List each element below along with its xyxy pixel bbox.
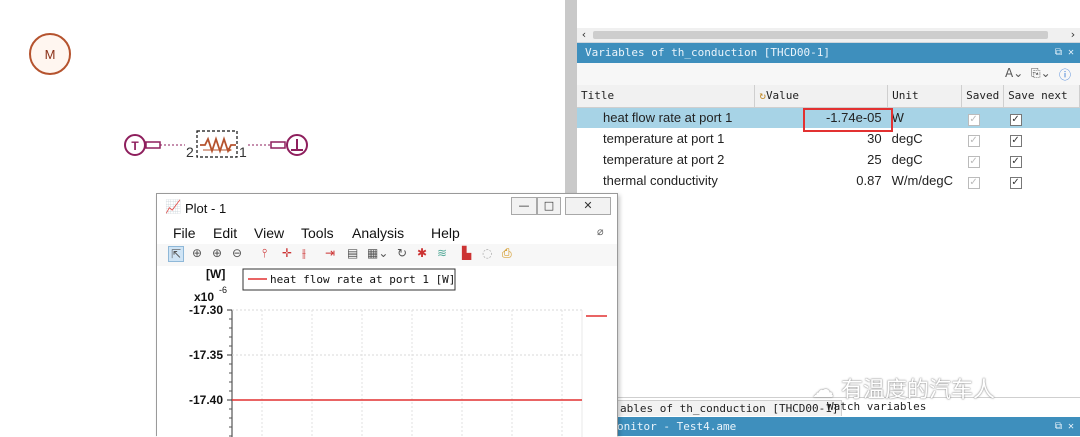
curves-icon[interactable]: ≋ [437,246,447,260]
col-unit[interactable]: Unit [887,85,963,108]
y-tick-label: -17.30 [189,303,223,317]
plot-window-title: Plot - 1 [185,201,227,216]
scroll-right-icon[interactable]: › [1066,28,1080,42]
scroll-left-icon[interactable]: ‹ [577,28,591,42]
conduction-component-icon[interactable] [196,130,238,158]
t-label: T [131,139,139,153]
dual-cursor-icon[interactable]: ⫲ [302,246,306,261]
menu-file[interactable]: File [173,225,196,241]
offscreen-series-marker [586,315,607,317]
watermark-text: 有温度的汽车人 [841,378,996,403]
export-icon[interactable]: ⎘⌄ [1031,66,1051,81]
save-next-checkbox[interactable]: ✓ [1009,134,1022,147]
table-row[interactable]: temperature at port 2 25 degC ✓ ✓ [577,149,1080,170]
scrollbar-thumb[interactable] [593,31,1048,39]
row-value[interactable]: 0.87 [755,170,888,191]
y-scale-label: x10 [194,290,214,304]
variables-panel-title: Variables of th_conduction [THCD00-1] [585,46,831,59]
save-next-checkbox[interactable]: ✓ [1009,113,1022,126]
saved-checkbox: ✓ [967,176,980,189]
refresh-icon: ↻ [759,89,766,103]
row-unit: degC [891,131,923,146]
save-next-checkbox[interactable]: ✓ [1009,176,1022,189]
y-unit-label: [W] [206,267,225,281]
variables-panel-titlebar: Variables of th_conduction [THCD00-1] ⧉ … [577,43,1080,63]
panel-controls-icon[interactable]: ⧉ ✕ [1055,43,1074,63]
cursor-arrow-icon[interactable]: ⇥ [325,246,335,260]
row-unit: degC [891,152,923,167]
plot-window[interactable]: 📈 Plot - 1 — □ ✕ File Edit View Tools An… [156,193,618,437]
horizontal-scrollbar[interactable]: ‹ › [577,28,1080,42]
help-icon[interactable]: ⓘ [1059,66,1071,83]
table-row[interactable]: thermal conductivity 0.87 W/m/degC ✓ ✓ [577,170,1080,191]
font-icon[interactable]: A⌄ [1005,66,1023,80]
tab-variables[interactable]: ables of th_conduction [THCD00-1] [617,400,842,416]
port-label-1: 1 [239,144,247,160]
row-title: temperature at port 2 [603,152,725,167]
row-value[interactable]: 25 [755,149,888,170]
watermark: ☁ 有温度的汽车人 [812,372,995,404]
pin-plot-icon[interactable]: ✱ [417,246,427,260]
saved-checkbox: ✓ [967,134,980,147]
menu-analysis[interactable]: Analysis [352,225,404,241]
row-unit: W/m/degC [891,173,954,188]
row-title: heat flow rate at port 1 [577,107,755,128]
plot-titlebar[interactable]: 📈 Plot - 1 — □ ✕ [157,194,617,222]
y-axis: -17.30 -17.35 -17.40 [189,303,233,437]
wechat-icon: ☁ [812,378,834,403]
refresh-plot-icon[interactable]: ↻ [397,246,407,260]
bar-chart-icon[interactable]: ▙ [462,246,471,260]
export-plot-icon[interactable]: ⎙ [502,246,512,261]
select-icon[interactable]: ⇱ [168,246,185,262]
row-unit: W [887,107,962,128]
cursor-icon[interactable]: ⫯ [262,246,267,261]
monitor-title: onitor - Test4.ame [617,420,737,433]
y-tick-label: -17.40 [189,393,223,407]
highlight-box [803,108,893,132]
pin-icon[interactable]: ⌀ [597,225,604,238]
variables-table: Title ↻Value Unit Saved Save next heat f… [577,85,1080,191]
close-button[interactable]: ✕ [565,197,611,215]
legend[interactable]: heat flow rate at port 1 [W] [242,268,456,291]
saved-checkbox: ✓ [967,155,980,168]
col-value-label: Value [765,89,800,103]
col-saved[interactable]: Saved [961,85,1005,108]
save-next-checkbox[interactable]: ✓ [1009,155,1022,168]
zoom-icon[interactable]: ⊕ [192,246,202,260]
panel-controls-icon[interactable]: ⧉ ✕ [1055,417,1074,436]
variables-toolbar: A⌄ ⎘⌄ ⓘ [577,63,1080,85]
col-save-next[interactable]: Save next [1003,85,1080,108]
plot-chart[interactable]: [W] x10 -6 heat flow rate at port 1 [W] … [157,266,617,437]
maximize-button[interactable]: □ [537,197,561,215]
menu-edit[interactable]: Edit [213,225,237,241]
plot-menubar: File Edit View Tools Analysis Help ⌀ [157,222,617,242]
zoom-out-icon[interactable]: ⊖ [232,246,242,260]
col-title[interactable]: Title [577,85,756,108]
temperature-source-icon[interactable]: T [124,134,161,156]
menu-tools[interactable]: Tools [301,225,334,241]
zoom-in-icon[interactable]: ⊕ [212,246,222,260]
legend-label: heat flow rate at port 1 [W] [270,273,455,286]
col-value[interactable]: ↻Value [754,85,889,108]
saved-checkbox: ✓ [967,113,980,126]
table-icon[interactable]: ▤ [347,246,358,260]
plot-window-icon: 📈 [165,200,182,215]
y-tick-label: -17.35 [189,348,223,362]
row-title: thermal conductivity [603,173,718,188]
menu-help[interactable]: Help [431,225,460,241]
menu-view[interactable]: View [254,225,284,241]
row-title: temperature at port 1 [603,131,725,146]
port-label-2: 2 [186,144,194,160]
zero-flow-icon[interactable] [270,134,308,156]
minimize-button[interactable]: — [511,197,537,215]
fft-icon[interactable]: ◌ [482,246,492,260]
crosshair-icon[interactable]: ✛ [282,246,292,260]
y-exponent-label: -6 [219,285,227,295]
monitor-titlebar: onitor - Test4.ame ⧉ ✕ [577,417,1080,436]
plot-grid [232,309,583,437]
plot-toolbar: ⇱ ⊕ ⊕ ⊖ ⫯ ✛ ⫲ ⇥ ▤ ▦⌄ ↻ ✱ ≋ ▙ ◌ ⎙ [157,244,617,266]
grid-options-icon[interactable]: ▦⌄ [367,246,388,260]
